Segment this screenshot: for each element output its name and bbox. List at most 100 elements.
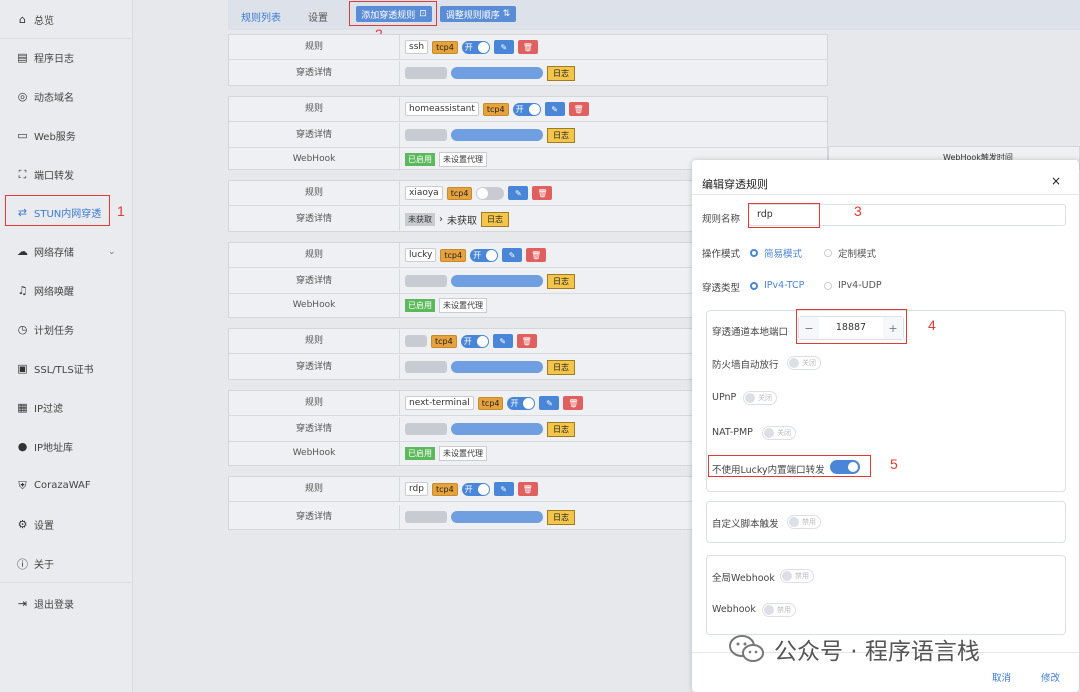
custom-script-toggle[interactable]: 禁用 [787, 515, 821, 529]
sidebar-item-label: 网络存储 [34, 248, 74, 259]
sidebar-item-about[interactable]: ⓘ 关于 [0, 544, 131, 583]
toggle-text: 开 [515, 104, 524, 114]
edit-icon[interactable]: ✎ [544, 102, 565, 116]
annotation-number-5: 5 [890, 456, 898, 472]
type-label: 穿透类型 [702, 283, 741, 294]
enable-toggle[interactable] [476, 186, 505, 200]
enable-toggle[interactable]: 开 [470, 248, 499, 262]
reorder-button[interactable]: 调整规则顺序 ⇅ [440, 6, 516, 22]
enable-toggle[interactable]: 开 [512, 102, 541, 116]
webhook-toggle[interactable]: 禁用 [762, 603, 796, 617]
sidebar-item-ssl[interactable]: ▣ SSL/TLS证书 [0, 349, 131, 388]
log-button[interactable]: 日志 [547, 509, 575, 525]
mode-simple-radio[interactable]: 简易模式 [750, 246, 802, 260]
globe-icon: ◎ [17, 90, 28, 103]
radio-label: IPv4-TCP [764, 280, 805, 291]
global-webhook-label: 全局Webhook [712, 573, 775, 584]
webhook-label: WebHook [229, 441, 400, 465]
sidebar-item-storage[interactable]: ☁ 网络存储 ⌄ [0, 232, 131, 271]
enable-toggle[interactable]: 开 [461, 482, 490, 496]
dialog-title: 编辑穿透规则 [702, 178, 768, 191]
cancel-button[interactable]: 取消 [992, 670, 1011, 684]
proto-tag: tcp4 [431, 334, 457, 348]
annotation-box-4 [796, 309, 907, 344]
close-icon[interactable]: × [1051, 174, 1061, 188]
log-button[interactable]: 日志 [547, 65, 575, 81]
detail-label: 穿透详情 [229, 417, 400, 441]
radio-label: 简易模式 [764, 249, 803, 260]
sidebar-item-settings[interactable]: ⚙ 设置 [0, 505, 131, 544]
sidebar-item-wol[interactable]: ♫ 网络唤醒 [0, 271, 131, 310]
edit-icon[interactable]: ✎ [493, 482, 514, 496]
log-button[interactable]: 日志 [481, 211, 509, 227]
log-button[interactable]: 日志 [547, 127, 575, 143]
webhook-enabled-tag: 已启用 [405, 446, 435, 460]
sidebar-item-web[interactable]: ▭ Web服务 [0, 116, 131, 155]
type-udp-radio[interactable]: IPv4-UDP [824, 280, 882, 291]
detail-label: 穿透详情 [229, 355, 400, 379]
enable-toggle[interactable]: 开 [507, 396, 536, 410]
tab-settings[interactable]: 设置 [308, 9, 328, 24]
sidebar-item-ipfilter[interactable]: ▦ IP过滤 [0, 388, 131, 427]
rule-name: homeassistant [405, 102, 479, 116]
log-button[interactable]: 日志 [547, 273, 575, 289]
rule-row: 规则 ssh tcp4 开 ✎ 🗑 [229, 35, 827, 60]
toggle-text: 禁用 [802, 518, 816, 526]
sidebar-item-cron[interactable]: ◷ 计划任务 [0, 310, 131, 349]
log-icon: ▤ [17, 51, 28, 64]
delete-icon[interactable]: 🗑 [517, 40, 538, 54]
rule-name: rdp [405, 482, 428, 496]
toggle-text: 禁用 [795, 572, 809, 580]
delete-icon[interactable]: 🗑 [563, 396, 584, 410]
sidebar-item-label: 关于 [34, 560, 54, 571]
sidebar-item-portforward[interactable]: ⛶ 端口转发 [0, 155, 131, 194]
edit-icon[interactable]: ✎ [539, 396, 560, 410]
tab-rules[interactable]: 规则列表 [241, 9, 281, 24]
natpmp-toggle[interactable]: 关闭 [762, 426, 796, 440]
cloud-icon: ☁ [17, 245, 28, 258]
sidebar-item-label: SSL/TLS证书 [34, 365, 94, 376]
blurred-rule-name [405, 335, 427, 347]
sidebar-item-iplib[interactable]: ● IP地址库 [0, 427, 131, 466]
annotation-number-3: 3 [854, 203, 862, 219]
delete-icon[interactable]: 🗑 [517, 482, 538, 496]
edit-icon[interactable]: ✎ [493, 40, 514, 54]
sidebar-item-label: 计划任务 [34, 326, 74, 337]
bell-icon: ♫ [17, 284, 28, 297]
global-webhook-toggle[interactable]: 禁用 [780, 569, 814, 583]
log-button[interactable]: 日志 [547, 359, 575, 375]
edit-icon[interactable]: ✎ [502, 248, 523, 262]
sort-icon: ⇅ [502, 9, 511, 19]
delete-icon[interactable]: 🗑 [526, 248, 547, 262]
radio-label: IPv4-UDP [838, 280, 882, 291]
enable-toggle[interactable]: 开 [461, 40, 490, 54]
web-icon: ▭ [17, 129, 28, 142]
detail-label: 穿透详情 [229, 123, 400, 147]
edit-icon[interactable]: ✎ [508, 186, 529, 200]
edit-icon[interactable]: ✎ [492, 334, 513, 348]
sidebar-item-logs[interactable]: ▤ 程序日志 [0, 38, 131, 77]
proxy-tag: 未设置代理 [439, 297, 487, 313]
cert-icon: ▣ [17, 362, 28, 375]
toggle-text: 开 [464, 42, 473, 52]
edit-rule-dialog: 编辑穿透规则 × 规则名称 rdp 操作模式 简易模式 定制模式 穿透类型 IP… [692, 160, 1079, 692]
delete-icon[interactable]: 🗑 [532, 186, 553, 200]
delete-icon[interactable]: 🗑 [516, 334, 537, 348]
upnp-toggle[interactable]: 关闭 [743, 391, 777, 405]
sidebar-item-waf[interactable]: ⛨ CorazaWAF [0, 466, 131, 505]
mode-custom-radio[interactable]: 定制模式 [824, 246, 876, 260]
sidebar-item-logout[interactable]: ⇥ 退出登录 [0, 584, 131, 623]
firewall-toggle[interactable]: 关闭 [787, 356, 821, 370]
natpmp-label: NAT-PMP [712, 427, 753, 438]
type-tcp-radio[interactable]: IPv4-TCP [750, 280, 804, 291]
log-button[interactable]: 日志 [547, 421, 575, 437]
home-icon: ⌂ [19, 13, 26, 26]
save-button[interactable]: 修改 [1041, 670, 1060, 684]
radio-label: 定制模式 [838, 249, 877, 260]
sidebar-item-ddns[interactable]: ◎ 动态域名 [0, 77, 131, 116]
sidebar-item-overview[interactable]: ⌂ 总览 [0, 0, 131, 39]
watermark-text: 公众号 · 程序语言栈 [774, 639, 980, 665]
delete-icon[interactable]: 🗑 [568, 102, 589, 116]
toggle-text: 关闭 [802, 359, 816, 367]
enable-toggle[interactable]: 开 [460, 334, 489, 348]
